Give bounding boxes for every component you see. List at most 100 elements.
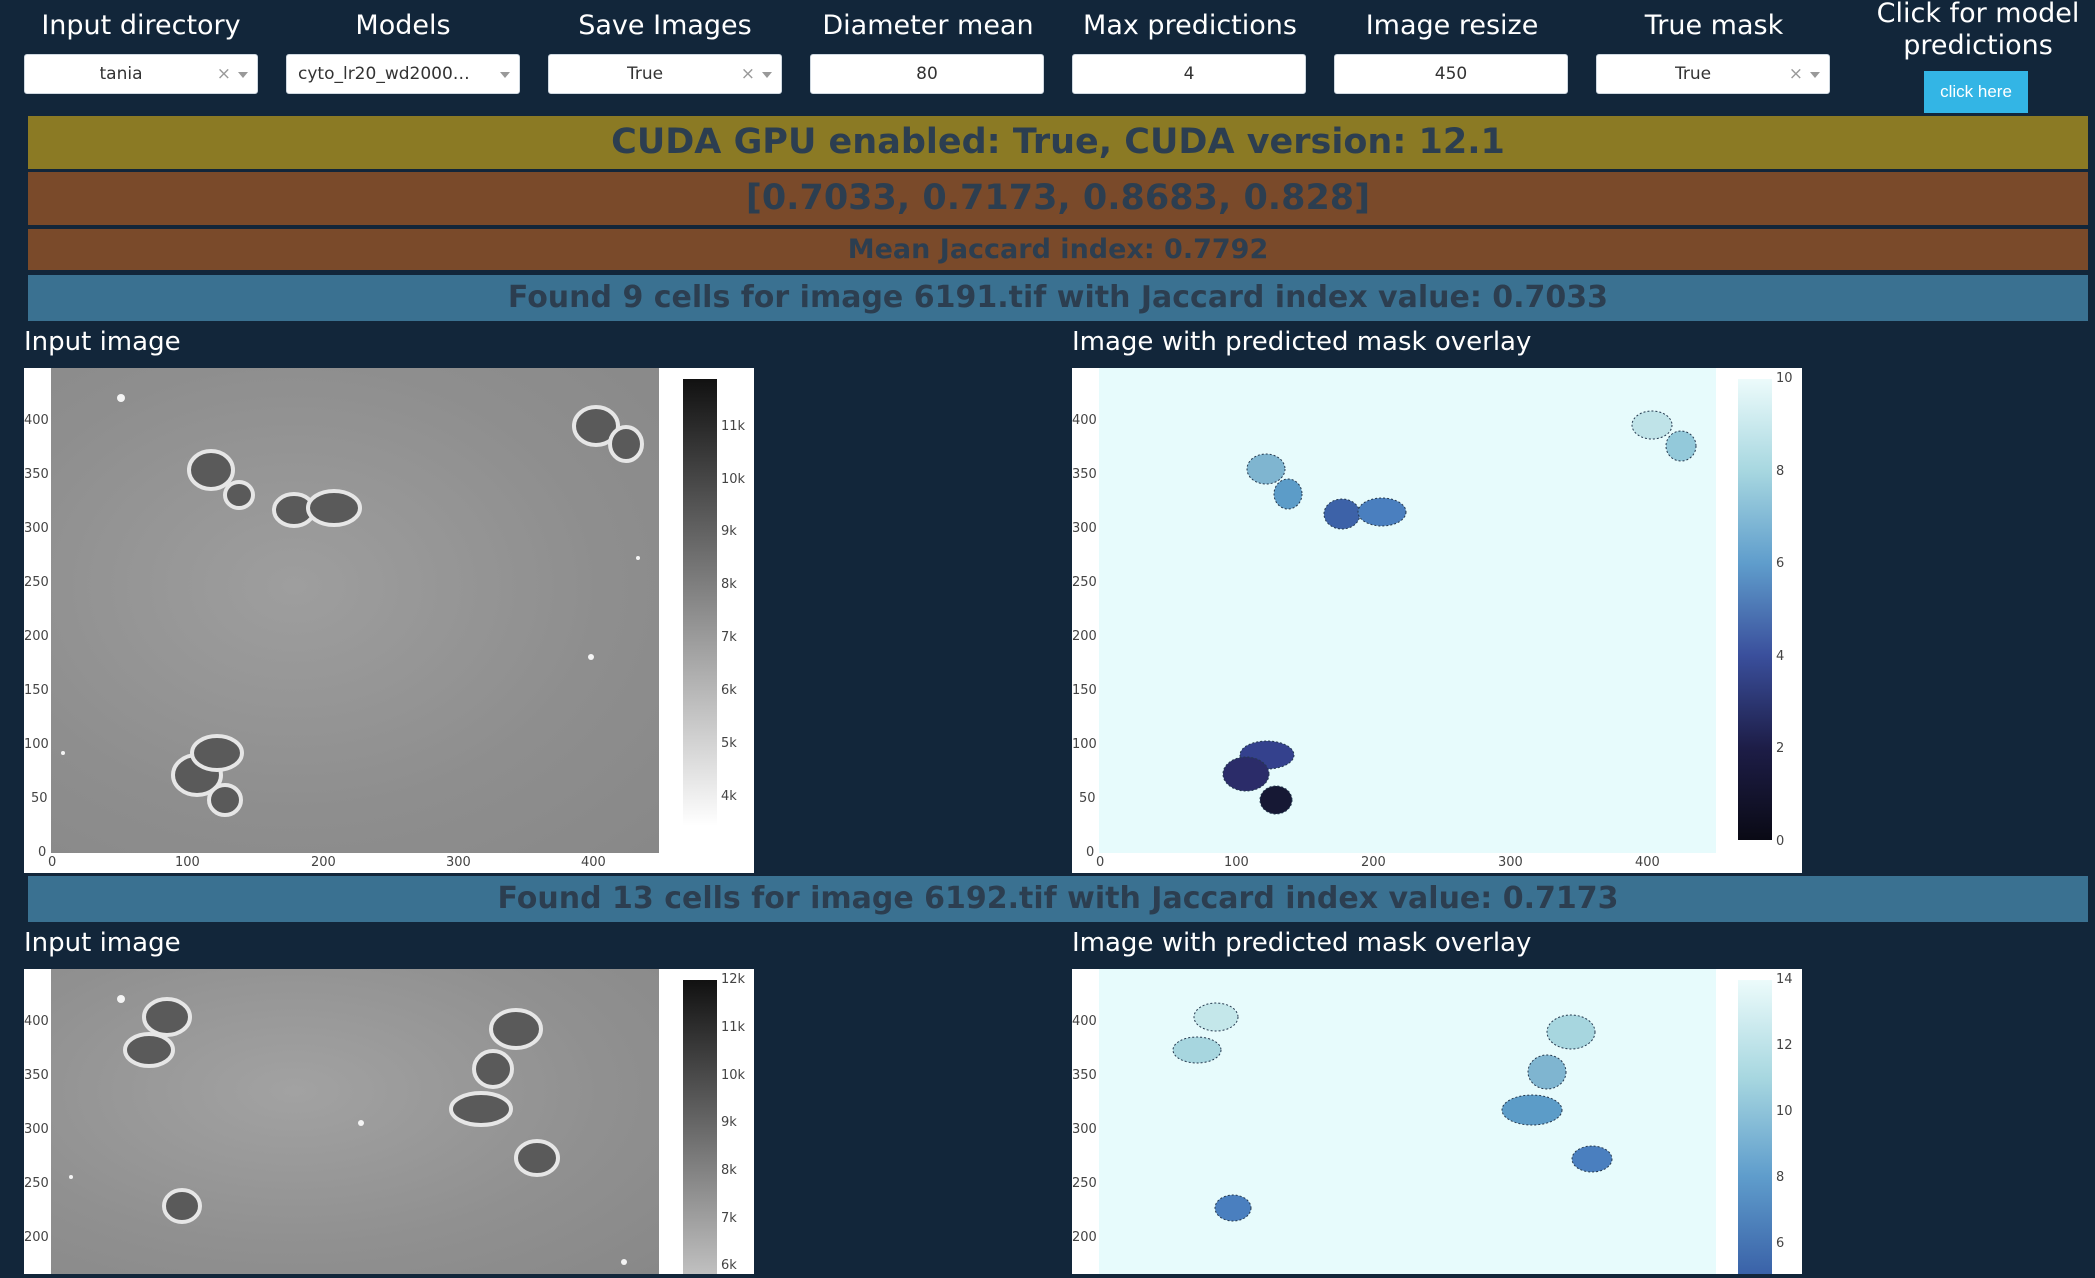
y-tick: 250 [24, 575, 49, 590]
true-mask-select[interactable]: True × [1596, 54, 1830, 94]
gray-tick: 7k [721, 630, 737, 645]
y-tick: 300 [24, 1122, 49, 1137]
y-tick: 100 [24, 737, 49, 752]
x-tick: 0 [1096, 855, 1105, 870]
mask-tick: 10 [1776, 1104, 1793, 1119]
overlay-plot-2[interactable]: 14 12 10 8 6 400 350 300 250 200 [1072, 969, 1802, 1274]
y-tick: 350 [1072, 1068, 1097, 1083]
y-tick: 200 [1072, 1230, 1097, 1245]
chevron-down-icon[interactable] [1810, 72, 1820, 78]
y-tick: 300 [24, 521, 49, 536]
chevron-down-icon[interactable] [500, 72, 510, 78]
gray-tick: 7k [721, 1211, 737, 1226]
diameter-mean-input[interactable]: 80 [810, 54, 1044, 94]
gray-tick: 12k [721, 972, 746, 987]
cell-shapes [69, 995, 627, 1265]
diameter-mean-value: 80 [916, 64, 938, 84]
mean-jaccard-banner: Mean Jaccard index: 0.7792 [28, 229, 2088, 270]
chevron-down-icon[interactable] [762, 72, 772, 78]
gray-tick: 11k [721, 419, 746, 434]
y-tick: 0 [38, 845, 47, 860]
image-resize-value: 450 [1434, 64, 1468, 84]
clear-icon[interactable]: × [1789, 64, 1803, 84]
label-true-mask: True mask [1644, 10, 1784, 41]
x-tick: 400 [1635, 855, 1660, 870]
gray-tick: 6k [721, 683, 737, 698]
chevron-down-icon[interactable] [238, 72, 248, 78]
mask-tick: 6 [1776, 556, 1785, 571]
y-tick: 250 [1072, 1176, 1097, 1191]
gray-tick: 4k [721, 789, 737, 804]
clear-icon[interactable]: × [741, 64, 755, 84]
input-image-title-1: Input image [24, 327, 181, 357]
max-predictions-value: 4 [1183, 64, 1195, 84]
y-tick: 50 [31, 791, 48, 806]
y-tick: 350 [24, 1068, 49, 1083]
mask-overlay-image [1099, 969, 1716, 1274]
input-image-title-2: Input image [24, 928, 181, 958]
cell-shapes [61, 394, 644, 817]
input-directory-value: tania [99, 64, 143, 84]
input-image-plot-2[interactable]: 12k 11k 10k 9k 8k 7k 6k 400 350 300 250 … [24, 969, 754, 1274]
y-tick: 250 [24, 1176, 49, 1191]
y-tick: 200 [24, 1230, 49, 1245]
overlay-plot-1[interactable]: 10 8 6 4 2 0 400 350 300 250 200 150 100… [1072, 368, 1802, 873]
max-predictions-input[interactable]: 4 [1072, 54, 1306, 94]
x-tick: 300 [1498, 855, 1523, 870]
x-tick: 300 [446, 855, 471, 870]
y-tick: 400 [24, 1014, 49, 1029]
gray-tick: 9k [721, 1115, 737, 1130]
mask-tick: 8 [1776, 1170, 1785, 1185]
grayscale-image [51, 368, 659, 853]
label-models: Models [355, 10, 451, 41]
image-resize-input[interactable]: 450 [1334, 54, 1568, 94]
y-tick: 350 [24, 467, 49, 482]
save-images-value: True [626, 64, 664, 84]
x-tick: 200 [311, 855, 336, 870]
overlay-image-title-1: Image with predicted mask overlay [1072, 327, 1532, 357]
label-input-directory: Input directory [41, 10, 241, 41]
mask-tick: 14 [1776, 972, 1793, 987]
gray-tick: 10k [721, 1068, 746, 1083]
mask-colorbar [1738, 980, 1772, 1274]
mask-tick: 8 [1776, 464, 1785, 479]
y-tick: 200 [24, 629, 49, 644]
scores-banner: [0.7033, 0.7173, 0.8683, 0.828] [28, 172, 2088, 225]
input-image-plot-1[interactable]: 11k 10k 9k 8k 7k 6k 5k 4k 400 350 300 25… [24, 368, 754, 873]
label-image-resize: Image resize [1365, 10, 1539, 41]
y-tick: 250 [1072, 575, 1097, 590]
y-tick: 300 [1072, 1122, 1097, 1137]
gray-tick: 9k [721, 524, 737, 539]
grayscale-colorbar [683, 980, 717, 1274]
true-mask-value: True [1674, 64, 1712, 84]
y-tick: 400 [24, 413, 49, 428]
save-images-select[interactable]: True × [548, 54, 782, 94]
x-tick: 200 [1361, 855, 1386, 870]
gray-tick: 11k [721, 1020, 746, 1035]
y-tick: 400 [1072, 1014, 1097, 1029]
gray-tick: 5k [721, 736, 737, 751]
y-tick: 150 [24, 683, 49, 698]
mask-tick: 0 [1776, 834, 1785, 849]
grayscale-colorbar [683, 379, 717, 826]
gray-tick: 10k [721, 472, 746, 487]
input-directory-select[interactable]: tania × [24, 54, 258, 94]
models-value: cyto_lr20_wd20000_ep1... [298, 64, 479, 84]
clear-icon[interactable]: × [217, 64, 231, 84]
x-tick: 400 [581, 855, 606, 870]
gray-tick: 8k [721, 577, 737, 592]
grayscale-image [51, 969, 659, 1274]
predict-button[interactable]: click here [1924, 71, 2028, 113]
x-tick: 0 [48, 855, 57, 870]
overlay-image-title-2: Image with predicted mask overlay [1072, 928, 1532, 958]
label-diameter-mean: Diameter mean [822, 10, 1034, 41]
mask-tick: 12 [1776, 1038, 1793, 1053]
y-tick: 400 [1072, 413, 1097, 428]
y-tick: 200 [1072, 629, 1097, 644]
cuda-banner: CUDA GPU enabled: True, CUDA version: 12… [28, 116, 2088, 169]
x-tick: 100 [175, 855, 200, 870]
result-heading-1: Found 9 cells for image 6191.tif with Ja… [28, 275, 2088, 321]
mask-colorbar [1738, 379, 1772, 840]
models-select[interactable]: cyto_lr20_wd20000_ep1... [286, 54, 520, 94]
result-heading-2: Found 13 cells for image 6192.tif with J… [28, 876, 2088, 922]
